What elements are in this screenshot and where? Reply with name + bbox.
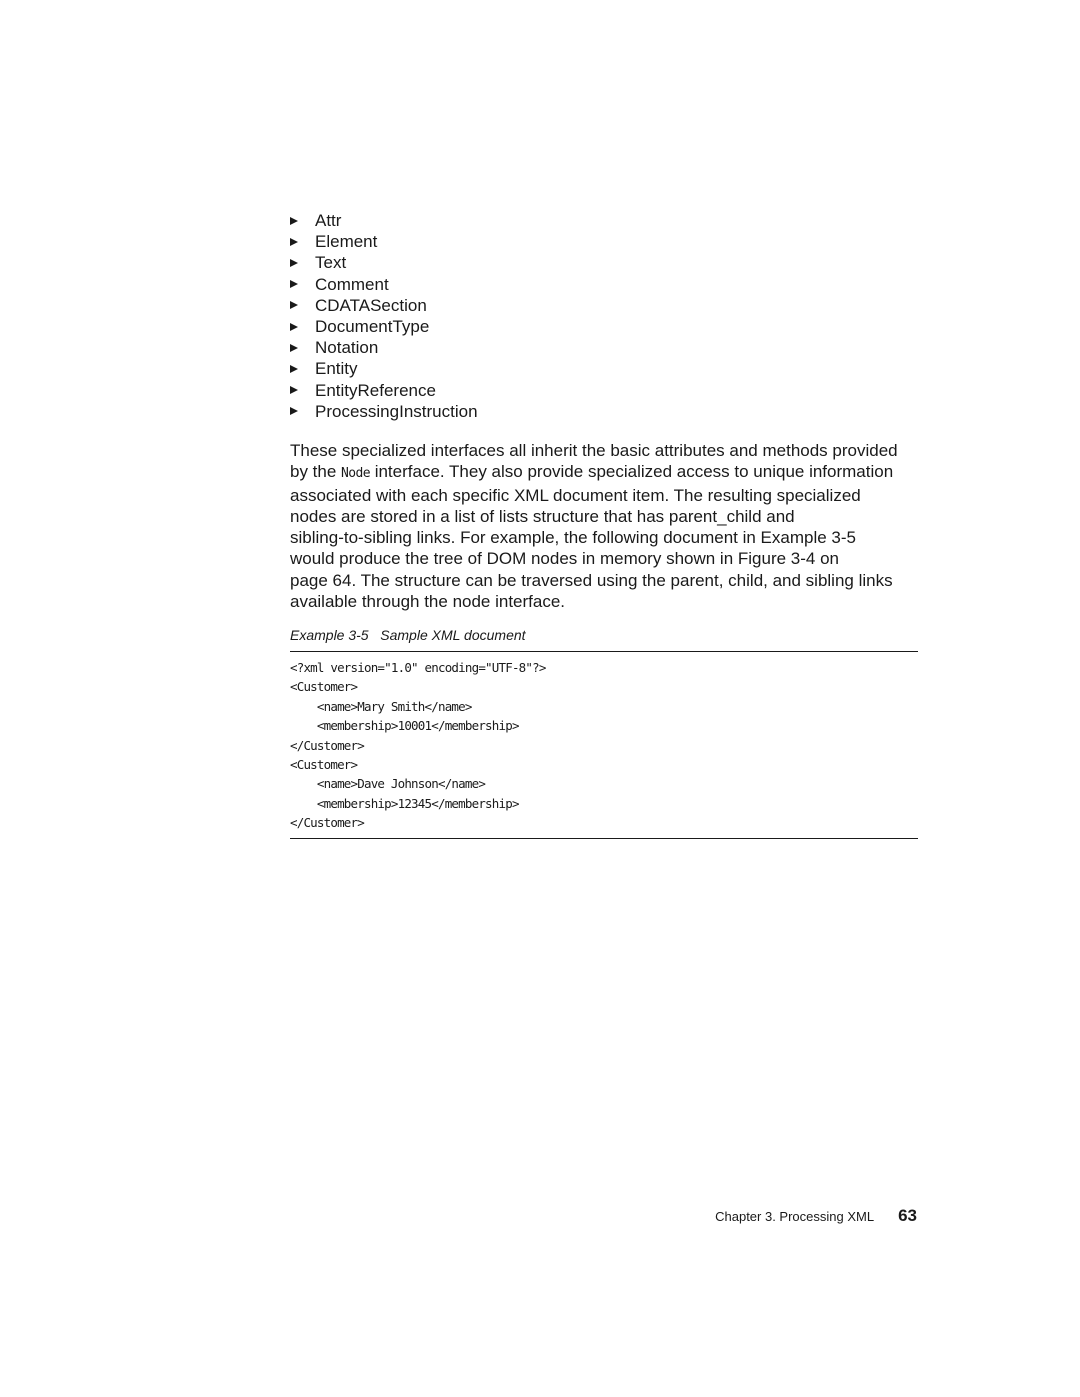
- triangle-bullet-icon: [290, 364, 298, 373]
- list-item: Attr: [290, 210, 478, 231]
- list-item: DocumentType: [290, 316, 478, 337]
- paragraph-line: associated with each specific XML docume…: [290, 485, 861, 505]
- triangle-bullet-icon: [290, 386, 298, 395]
- list-item: EntityReference: [290, 380, 478, 401]
- example-caption: Example 3-5 Sample XML document: [290, 627, 526, 643]
- list-item-label: ProcessingInstruction: [315, 401, 478, 421]
- list-item: Entity: [290, 358, 478, 379]
- triangle-bullet-icon: [290, 258, 298, 267]
- code-line: <membership>12345</membership>: [290, 795, 520, 811]
- page-footer: Chapter 3. Processing XML 63: [715, 1206, 917, 1226]
- paragraph-line: available through the node interface.: [290, 592, 566, 612]
- triangle-bullet-icon: [290, 216, 298, 225]
- triangle-bullet-icon: [290, 407, 298, 416]
- list-item-label: Text: [315, 253, 347, 273]
- code-line: <?xml version="1.0" encoding="UTF-8"?>: [290, 660, 546, 675]
- list-item: Text: [290, 252, 478, 273]
- footer-chapter-title: Chapter 3. Processing XML: [715, 1209, 875, 1224]
- list-item-label: DocumentType: [315, 316, 430, 336]
- body-paragraph: These specialized interfaces all inherit…: [290, 440, 922, 612]
- dom-interface-list: Attr Element Text Comment CDATASection D…: [290, 210, 478, 422]
- list-item-label: Element: [315, 232, 378, 252]
- code-line: <name>Dave Johnson</name>: [290, 776, 486, 792]
- paragraph-text: interface. They also provide specialized…: [369, 462, 894, 482]
- paragraph-text: by the: [290, 462, 342, 482]
- triangle-bullet-icon: [290, 301, 298, 310]
- triangle-bullet-icon: [290, 280, 298, 289]
- list-item-label: Attr: [315, 211, 342, 230]
- example-top-rule: [290, 651, 918, 652]
- triangle-bullet-icon: [290, 322, 298, 331]
- list-item-label: EntityReference: [315, 380, 436, 400]
- paragraph-line: These specialized interfaces all inherit…: [290, 441, 898, 460]
- code-line: <Customer>: [290, 679, 358, 695]
- paragraph-line: sibling-to-sibling links. For example, t…: [290, 528, 856, 548]
- list-item-label: CDATASection: [315, 295, 427, 315]
- code-line: </Customer>: [290, 737, 365, 753]
- list-item-label: Entity: [315, 359, 358, 379]
- code-line: </Customer>: [290, 815, 365, 831]
- paragraph-line: nodes are stored in a list of lists stru…: [290, 506, 795, 526]
- code-line: <Customer>: [290, 757, 358, 773]
- paragraph-line: page 64. The structure can be traversed …: [290, 570, 893, 590]
- code-line: <name>Mary Smith</name>: [290, 698, 473, 714]
- list-item: ProcessingInstruction: [290, 401, 478, 422]
- triangle-bullet-icon: [290, 237, 298, 246]
- xml-code-block: <?xml version="1.0" encoding="UTF-8"?> <C…: [290, 658, 546, 833]
- paragraph-line: by the Node interface. They also provide…: [290, 461, 922, 484]
- list-item: CDATASection: [290, 295, 478, 316]
- list-item-label: Notation: [315, 338, 379, 358]
- list-item: Comment: [290, 274, 478, 295]
- list-item-label: Comment: [315, 274, 389, 294]
- list-item: Notation: [290, 337, 478, 358]
- paragraph-line: would produce the tree of DOM nodes in m…: [290, 549, 839, 569]
- page-number: 63: [898, 1206, 917, 1225]
- list-item: Element: [290, 231, 478, 252]
- triangle-bullet-icon: [290, 343, 298, 352]
- example-bottom-rule: [290, 838, 918, 839]
- code-line: <membership>10001</membership>: [290, 718, 520, 734]
- inline-code: Node: [341, 466, 371, 482]
